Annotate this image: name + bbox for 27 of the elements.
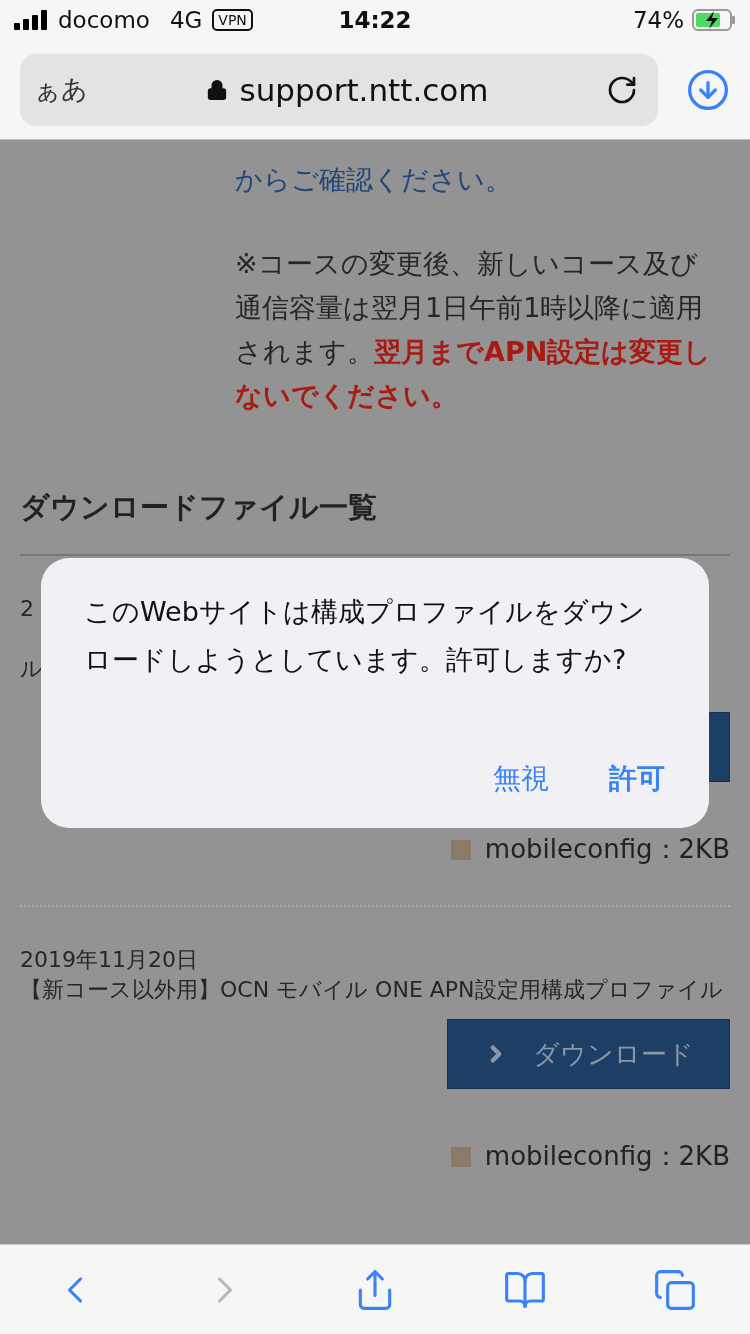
lock-icon bbox=[205, 78, 228, 101]
file-size: mobileconfig：2KB bbox=[484, 1140, 730, 1173]
dialog-message: このWebサイトは構成プロファイルをダウンロードしようとしています。許可しますか? bbox=[84, 595, 646, 677]
reader-button[interactable]: ぁあ bbox=[34, 72, 88, 107]
address-bar[interactable]: ぁあ support.ntt.com bbox=[20, 53, 658, 126]
file-title: 【新コース以外用】OCN モバイル ONE APN設定用構成プロファイル bbox=[20, 976, 723, 1004]
file-icon bbox=[450, 839, 471, 860]
file-date: 2 bbox=[20, 595, 34, 623]
tabs-icon[interactable] bbox=[653, 1267, 697, 1312]
section-heading: ダウンロードファイル一覧 bbox=[20, 488, 730, 556]
notice-paragraph: ※コースの変更後、新しいコース及び通信容量は翌月1日午前1時以降に適用されます。翌月までAPN設定は変更しないでください。 bbox=[235, 247, 713, 413]
signal-icon bbox=[14, 10, 48, 30]
file-title: ル bbox=[20, 655, 43, 683]
file-icon bbox=[450, 1146, 471, 1167]
battery-percent: 74% bbox=[632, 7, 684, 33]
dialog-button[interactable]: 無視 bbox=[493, 760, 549, 798]
carrier-name: docomo bbox=[58, 7, 150, 33]
download-button[interactable]: ダウンロード bbox=[447, 1019, 730, 1089]
download-icon[interactable] bbox=[686, 67, 730, 112]
vpn-badge: VPN bbox=[212, 9, 253, 31]
link-text[interactable]: からご確認ください。 bbox=[235, 158, 715, 202]
clock-time: 14:22 bbox=[338, 7, 412, 33]
url-text: support.ntt.com bbox=[239, 71, 489, 108]
dialog-button[interactable]: 許可 bbox=[609, 760, 665, 798]
file-date: 2019年11月20日 bbox=[20, 946, 198, 974]
network-type: 4G bbox=[169, 7, 203, 33]
file-size: mobileconfig：2KB bbox=[484, 833, 730, 866]
